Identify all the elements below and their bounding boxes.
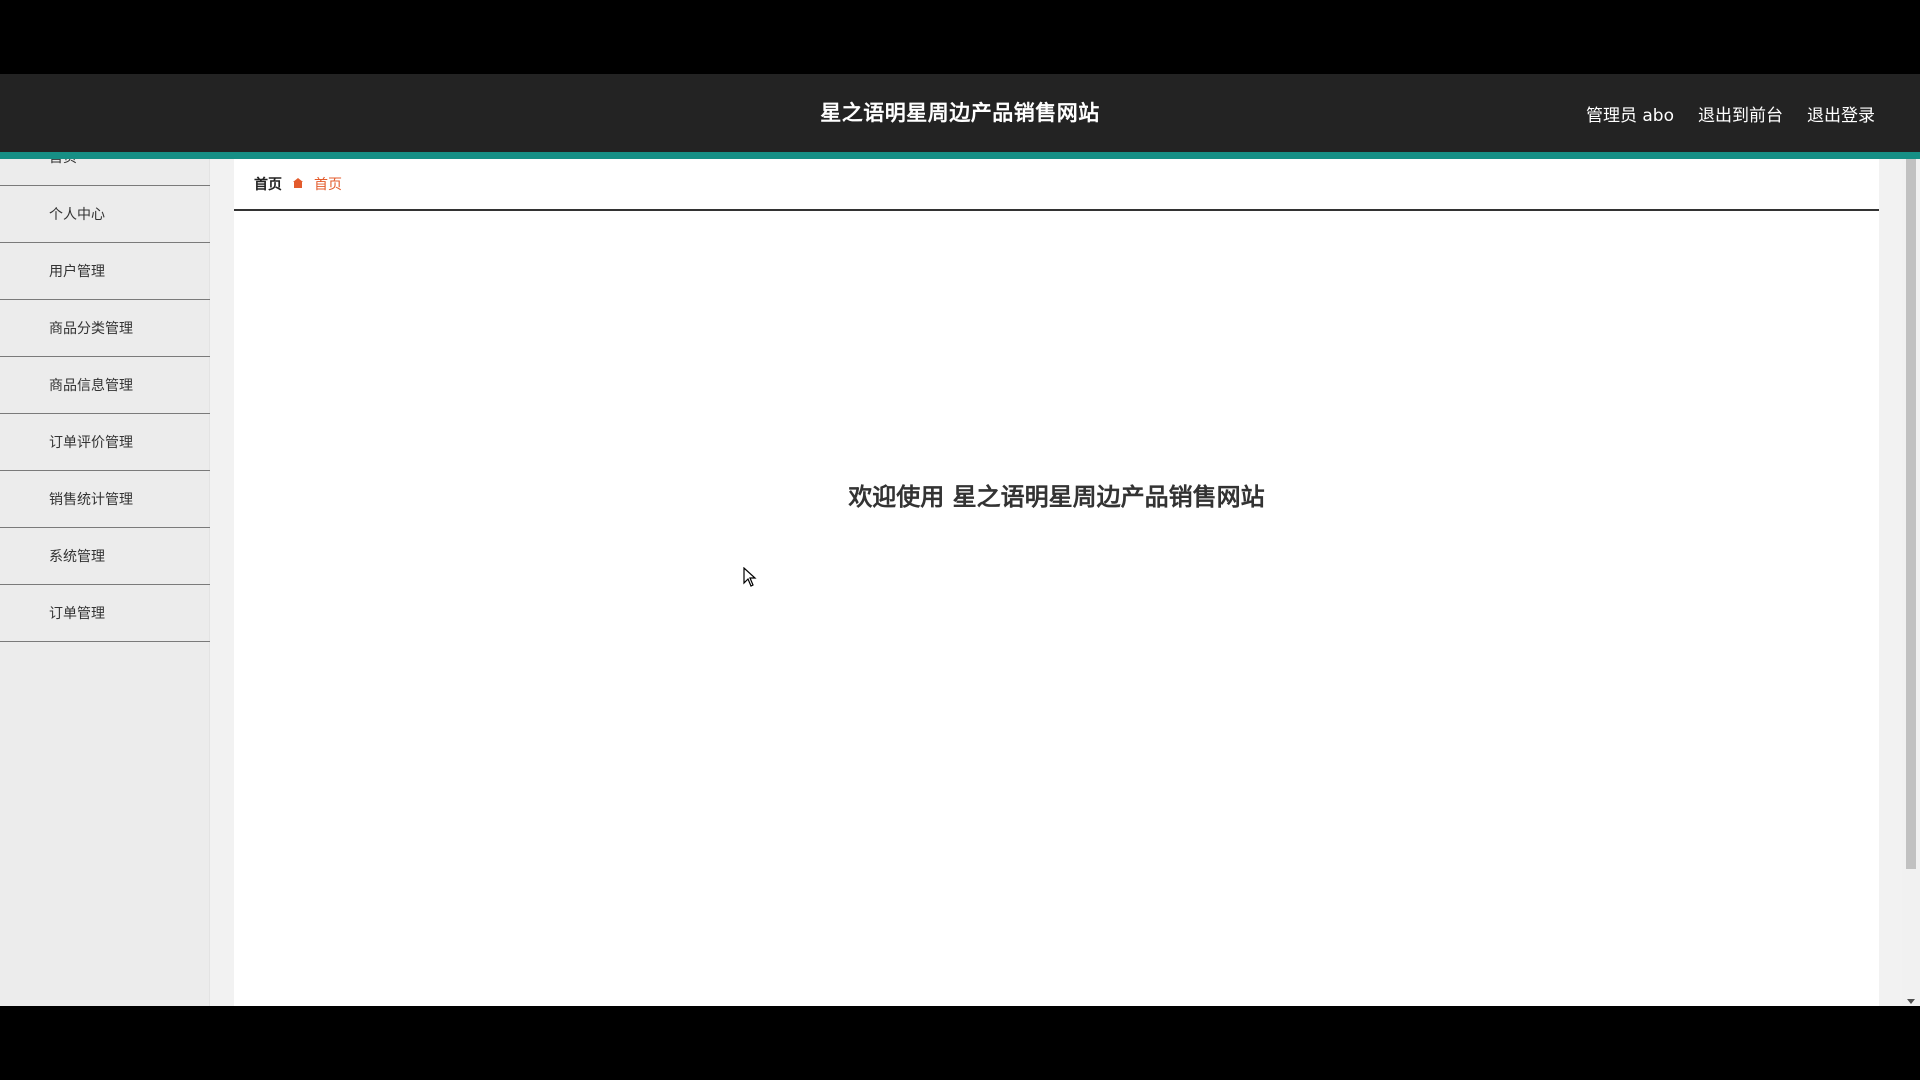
sidebar-item-product-management[interactable]: 商品信息管理	[0, 357, 210, 414]
sidebar-item-user-management[interactable]: 用户管理	[0, 243, 210, 300]
breadcrumb-current: 首页	[314, 177, 342, 193]
logout-link[interactable]: 退出登录	[1807, 101, 1875, 126]
sidebar-item-label: 用户管理	[49, 264, 105, 280]
app-body: 首页 个人中心 用户管理 商品分类管理 商品信息管理 订单评价管理 销售统计管理…	[0, 159, 1920, 1006]
sidebar-item-label: 个人中心	[49, 207, 105, 223]
admin-user-label[interactable]: 管理员 abo	[1586, 101, 1674, 126]
sidebar-item-sales-statistics[interactable]: 销售统计管理	[0, 471, 210, 528]
home-icon	[292, 177, 304, 192]
breadcrumb: 首页 首页	[234, 159, 1879, 211]
sidebar-item-personal-center[interactable]: 个人中心	[0, 186, 210, 243]
scroll-down-arrow-icon[interactable]	[1907, 999, 1915, 1004]
header-actions: 管理员 abo 退出到前台 退出登录	[1586, 74, 1875, 152]
header-accent-line	[0, 152, 1920, 159]
sidebar-item-label: 商品分类管理	[49, 321, 133, 337]
sidebar-menu: 首页 个人中心 用户管理 商品分类管理 商品信息管理 订单评价管理 销售统计管理…	[0, 159, 210, 642]
sidebar: 首页 个人中心 用户管理 商品分类管理 商品信息管理 订单评价管理 销售统计管理…	[0, 159, 210, 1006]
welcome-message: 欢迎使用 星之语明星周边产品销售网站	[848, 483, 1265, 511]
screen-bottom-letterbox	[0, 1006, 1920, 1080]
scrollbar-thumb[interactable]	[1906, 159, 1916, 869]
sidebar-item-label: 商品信息管理	[49, 378, 133, 394]
app-header: 星之语明星周边产品销售网站 管理员 abo 退出到前台 退出登录	[0, 74, 1920, 152]
sidebar-item-system-management[interactable]: 系统管理	[0, 528, 210, 585]
page-scrollbar[interactable]	[1902, 159, 1920, 1006]
sidebar-item-label: 订单评价管理	[49, 435, 133, 451]
sidebar-item-label: 系统管理	[49, 549, 105, 565]
mouse-pointer-icon	[743, 566, 757, 591]
sidebar-item-home[interactable]: 首页	[0, 159, 210, 186]
back-to-front-link[interactable]: 退出到前台	[1698, 101, 1783, 126]
sidebar-item-label: 销售统计管理	[49, 492, 133, 508]
main-content: 首页 首页 欢迎使用 星之语明星周边产品销售网站	[234, 159, 1879, 1006]
sidebar-item-review-management[interactable]: 订单评价管理	[0, 414, 210, 471]
breadcrumb-home-link[interactable]: 首页	[254, 174, 282, 194]
screen-top-letterbox	[0, 0, 1920, 74]
sidebar-item-label: 首页	[49, 159, 77, 167]
sidebar-item-order-management[interactable]: 订单管理	[0, 585, 210, 642]
sidebar-item-category-management[interactable]: 商品分类管理	[0, 300, 210, 357]
sidebar-item-label: 订单管理	[49, 606, 105, 622]
